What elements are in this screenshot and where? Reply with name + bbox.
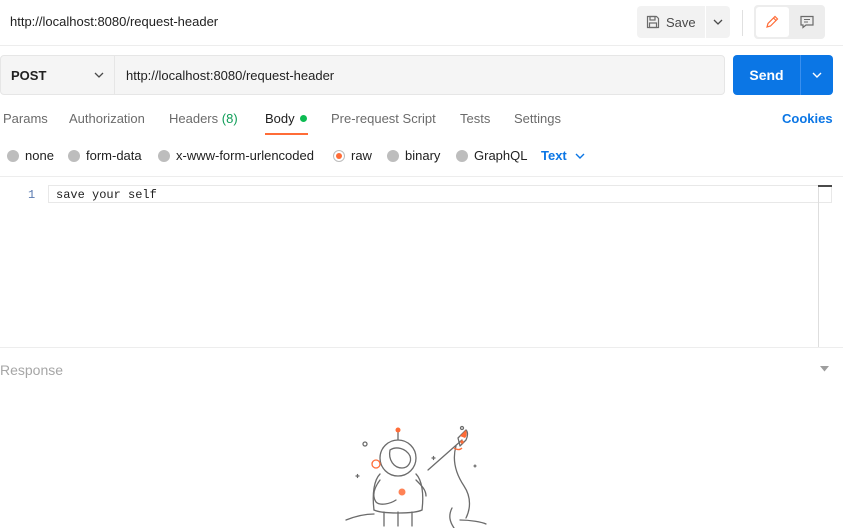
method-select[interactable]: POST [1, 56, 115, 94]
tab-headers[interactable]: Headers (8) [169, 111, 238, 126]
body-editor[interactable]: 1 save your self [0, 176, 843, 348]
radio-label: GraphQL [474, 148, 528, 163]
send-options-button[interactable] [800, 55, 833, 95]
tab-body[interactable]: Body [265, 111, 307, 126]
scrollbar-thumb[interactable] [818, 185, 832, 187]
radio-form-data[interactable]: form-data [68, 148, 142, 163]
tab-headers-label: Headers [169, 111, 219, 126]
chevron-down-icon [713, 19, 723, 25]
radio-label: x-www-form-urlencoded [176, 148, 314, 163]
language-select[interactable]: Text [541, 148, 585, 163]
radio-label: binary [405, 148, 441, 163]
radio-x-www-form-urlencoded[interactable]: x-www-form-urlencoded [158, 148, 314, 163]
radio-none[interactable]: none [7, 148, 54, 163]
language-label: Text [541, 148, 567, 163]
save-button[interactable]: Save [637, 6, 705, 38]
response-title: Response [0, 362, 64, 378]
send-button-group: Send [733, 55, 833, 95]
edit-comment-toggle [754, 5, 825, 39]
radio-button[interactable] [387, 149, 399, 162]
chevron-down-icon [812, 72, 822, 78]
active-tab-underline [265, 133, 308, 135]
radio-button[interactable] [456, 149, 468, 162]
chevron-down-icon [94, 72, 104, 78]
active-line-highlight [48, 185, 832, 203]
tab-params[interactable]: Params [3, 111, 48, 126]
cookies-link[interactable]: Cookies [782, 111, 833, 126]
url-input[interactable]: http://localhost:8080/request-header [115, 56, 724, 94]
radio-label: form-data [86, 148, 142, 163]
astronaut-rocket-illustration [345, 425, 487, 528]
caret-down-icon[interactable] [820, 366, 829, 372]
comments-button[interactable] [791, 7, 824, 37]
headers-count-badge: (8) [221, 111, 238, 126]
editor-scrollbar[interactable] [818, 185, 832, 347]
radio-button[interactable] [158, 149, 170, 162]
radio-label: none [25, 148, 54, 163]
radio-graphql[interactable]: GraphQL [456, 148, 527, 163]
tab-prerequest-script[interactable]: Pre-request Script [331, 111, 436, 126]
response-header[interactable]: Response [0, 354, 843, 386]
body-indicator-dot [299, 115, 307, 122]
tab-authorization[interactable]: Authorization [69, 111, 145, 126]
radio-button-selected[interactable] [333, 149, 345, 162]
request-tabs: Params Authorization Headers (8) Body Pr… [0, 100, 843, 136]
line-number: 1 [28, 188, 36, 202]
floppy-disk-icon [646, 15, 660, 29]
request-title-bar: http://localhost:8080/request-header Sav… [0, 0, 843, 46]
request-title[interactable]: http://localhost:8080/request-header [10, 14, 218, 29]
tab-tests[interactable]: Tests [460, 111, 490, 126]
save-button-group: Save [637, 6, 730, 38]
pencil-icon [766, 15, 779, 28]
radio-raw[interactable]: raw [333, 148, 372, 163]
save-options-button[interactable] [706, 6, 730, 38]
tab-settings[interactable]: Settings [514, 111, 561, 126]
radio-button[interactable] [7, 149, 19, 162]
body-type-selector: none form-data x-www-form-urlencoded raw… [0, 140, 843, 170]
chevron-down-icon [575, 153, 585, 159]
save-label: Save [666, 14, 696, 30]
radio-label: raw [351, 148, 372, 163]
edit-mode-button[interactable] [756, 7, 789, 37]
tab-body-label: Body [265, 111, 295, 126]
radio-button[interactable] [68, 149, 80, 162]
method-label: POST [11, 67, 47, 83]
comment-icon [800, 15, 814, 29]
url-bar: POST http://localhost:8080/request-heade… [0, 55, 725, 95]
radio-binary[interactable]: binary [387, 148, 440, 163]
toolbar-divider [742, 10, 743, 36]
send-button[interactable]: Send [733, 55, 800, 95]
editor-content[interactable]: save your self [56, 188, 157, 202]
